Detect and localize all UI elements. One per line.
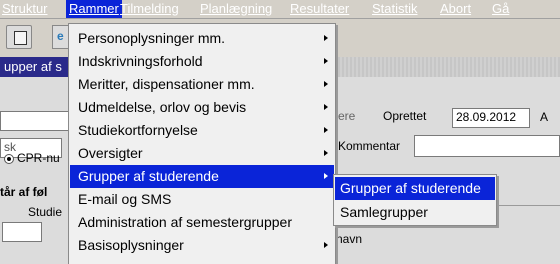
section-label: tår af føl xyxy=(0,185,48,199)
menu-item-administration-semestergrupper[interactable]: Administration af semestergrupper xyxy=(70,211,334,234)
grupper-submenu: Grupper af studerende Samlegrupper xyxy=(333,174,497,226)
menu-tilmelding[interactable]: Tilmelding xyxy=(120,1,179,16)
studie-label: Studie xyxy=(28,205,63,219)
menu-item-label: Administration af semestergrupper xyxy=(78,214,292,230)
window-title: upper af s xyxy=(0,57,68,77)
menu-abort[interactable]: Abort xyxy=(440,1,471,16)
menu-item-label: Oversigter xyxy=(78,145,143,161)
created-label-partial: ere xyxy=(338,109,356,123)
document-icon[interactable] xyxy=(6,25,32,49)
menu-item-basisoplysninger[interactable]: Basisoplysninger xyxy=(70,234,334,257)
menubar: Struktur Rammer Tilmelding Planlægning R… xyxy=(0,0,560,19)
cpr-radio[interactable] xyxy=(4,154,14,164)
menu-planlaegning[interactable]: Planlægning xyxy=(200,1,272,16)
name-column-label: navn xyxy=(336,232,363,246)
menu-item-label: Personoplysninger mm. xyxy=(78,30,226,46)
menu-item-label: E-mail og SMS xyxy=(78,191,172,207)
created-label: Oprettet xyxy=(383,109,427,123)
created-date-field[interactable]: 28.09.2012 xyxy=(452,108,530,128)
menu-item-label: Indskrivningsforhold xyxy=(78,53,203,69)
menu-item-label: Basisoplysninger xyxy=(78,237,184,253)
submenu-item-samlegrupper[interactable]: Samlegrupper xyxy=(335,201,495,224)
menu-item-label: Studiekortfornyelse xyxy=(78,122,198,138)
chevron-right-icon xyxy=(324,58,328,64)
chevron-right-icon xyxy=(324,150,328,156)
search-field[interactable] xyxy=(0,111,70,131)
submenu-item-grupper-af-studerende[interactable]: Grupper af studerende xyxy=(335,177,495,200)
chevron-right-icon xyxy=(324,242,328,248)
chevron-right-icon xyxy=(324,104,328,110)
chevron-right-icon xyxy=(324,173,328,179)
menu-rammer[interactable]: Rammer xyxy=(66,0,122,18)
menu-ga[interactable]: Gå xyxy=(492,1,509,16)
menu-item-label: Meritter, dispensationer mm. xyxy=(78,76,255,92)
menu-item-studiekortfornyelse[interactable]: Studiekortfornyelse xyxy=(70,119,334,142)
menu-item-label: Grupper af studerende xyxy=(78,168,219,184)
rammer-dropdown-menu: Personoplysninger mm. Indskrivningsforho… xyxy=(68,23,336,264)
studie-field[interactable] xyxy=(2,222,42,242)
chevron-right-icon xyxy=(324,81,328,87)
menu-item-email-og-sms[interactable]: E-mail og SMS xyxy=(70,188,334,211)
chevron-right-icon xyxy=(324,35,328,41)
menu-struktur[interactable]: Struktur xyxy=(2,1,48,16)
menu-item-indskrivningsforhold[interactable]: Indskrivningsforhold xyxy=(70,50,334,73)
chevron-right-icon xyxy=(324,127,328,133)
menu-item-oversigter[interactable]: Oversigter xyxy=(70,142,334,165)
cpr-radio-label: CPR-nu xyxy=(17,151,60,165)
comment-field[interactable] xyxy=(414,135,560,157)
menu-item-label: Udmeldelse, orlov og bevis xyxy=(78,99,247,115)
menu-item-personoplysninger[interactable]: Personoplysninger mm. xyxy=(70,27,334,50)
menu-item-grupper-af-studerende[interactable]: Grupper af studerende xyxy=(70,165,334,188)
trailing-label: A xyxy=(540,110,549,124)
menu-resultater[interactable]: Resultater xyxy=(290,1,349,16)
menu-item-udmeldelse[interactable]: Udmeldelse, orlov og bevis xyxy=(70,96,334,119)
menu-statistik[interactable]: Statistik xyxy=(372,1,418,16)
comment-label: Kommentar xyxy=(338,139,401,153)
menu-item-meritter[interactable]: Meritter, dispensationer mm. xyxy=(70,73,334,96)
